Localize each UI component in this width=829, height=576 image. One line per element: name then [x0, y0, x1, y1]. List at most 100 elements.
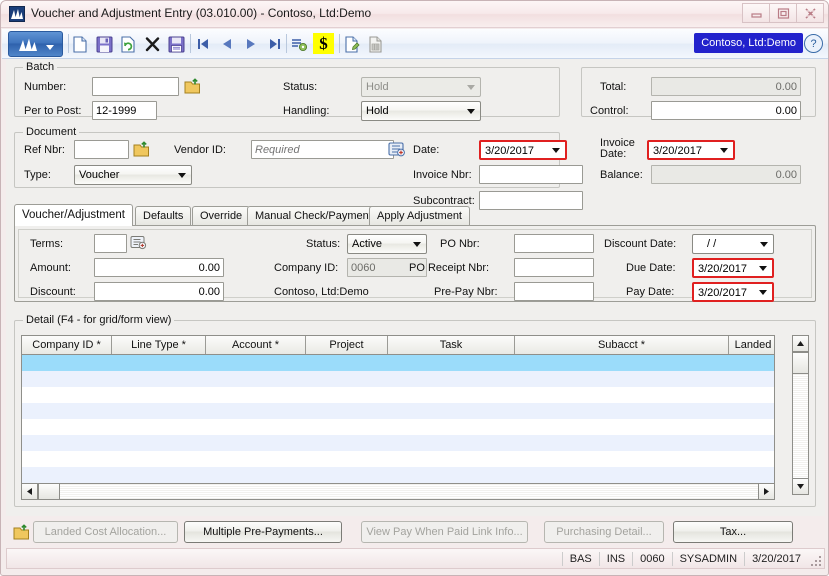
- document-group-title: Document: [23, 126, 80, 138]
- date-label: Date:: [413, 144, 440, 156]
- detail-grid-body[interactable]: [22, 355, 774, 494]
- table-row[interactable]: [22, 403, 774, 419]
- table-row[interactable]: [22, 467, 774, 483]
- grid-column-header[interactable]: Landed C: [729, 336, 774, 354]
- batch-handling-combo[interactable]: Hold: [361, 101, 481, 121]
- discount-input[interactable]: [94, 282, 224, 301]
- tab-manual-check-payment[interactable]: Manual Check/Payment: [247, 206, 380, 225]
- chevron-down-icon: [720, 148, 728, 153]
- currency-icon[interactable]: $: [313, 33, 334, 54]
- multiple-pre-payments-button[interactable]: Multiple Pre-Payments...: [184, 521, 342, 543]
- terms-label: Terms:: [30, 238, 63, 250]
- scroll-up-icon[interactable]: [792, 335, 809, 352]
- table-row[interactable]: [22, 451, 774, 467]
- control-input[interactable]: [651, 101, 801, 120]
- invoice-nbr-input[interactable]: [479, 165, 583, 184]
- table-row[interactable]: [22, 355, 774, 371]
- po-nbr-input[interactable]: [514, 234, 594, 253]
- batch-handling-label: Handling:: [283, 105, 330, 117]
- grid-column-header[interactable]: Company ID *: [22, 336, 112, 354]
- pay-date-combo[interactable]: 3/20/2017: [692, 282, 774, 302]
- vendor-id-input[interactable]: [251, 140, 394, 159]
- invoice-date-combo[interactable]: 3/20/2017: [647, 140, 735, 160]
- voucher-status-combo[interactable]: Active: [347, 234, 427, 254]
- previous-record-icon[interactable]: [217, 34, 237, 54]
- chevron-down-icon: [552, 148, 560, 153]
- table-row[interactable]: [22, 435, 774, 451]
- po-receipt-nbr-input[interactable]: [514, 258, 594, 277]
- next-record-icon[interactable]: [241, 34, 261, 54]
- landed-cost-icon: [12, 523, 30, 541]
- company-badge[interactable]: Contoso, Ltd:Demo: [694, 33, 803, 53]
- detail-grid-vertical-scrollbar[interactable]: [792, 335, 809, 495]
- help-icon[interactable]: ?: [804, 34, 823, 53]
- terms-input[interactable]: [94, 234, 127, 253]
- pay-date-label: Pay Date:: [626, 286, 675, 298]
- chevron-down-icon: [759, 266, 767, 271]
- grid-column-header[interactable]: Subacct *: [515, 336, 729, 354]
- save-icon[interactable]: [94, 34, 114, 54]
- due-date-value: 3/20/2017: [698, 263, 747, 275]
- purchasing-detail-button[interactable]: Purchasing Detail...: [544, 521, 664, 543]
- tab-voucher-adjustment[interactable]: Voucher/Adjustment: [14, 204, 133, 226]
- horizontal-scroll-thumb[interactable]: [38, 483, 60, 500]
- toolbar-separator: [286, 34, 287, 53]
- terms-lookup-icon[interactable]: [130, 234, 148, 252]
- company-name-text: Contoso, Ltd:Demo: [274, 286, 369, 298]
- detail-group: Detail (F4 - for grid/form view) Company…: [14, 314, 816, 507]
- landed-cost-allocation-button[interactable]: Landed Cost Allocation...: [33, 521, 178, 543]
- first-record-icon[interactable]: [193, 34, 213, 54]
- date-combo[interactable]: 3/20/2017: [479, 140, 567, 160]
- minimize-button[interactable]: [742, 3, 770, 23]
- tab-apply-adjustment[interactable]: Apply Adjustment: [369, 206, 470, 225]
- maximize-button[interactable]: [769, 3, 797, 23]
- view-pay-when-paid-link-info-button[interactable]: View Pay When Paid Link Info...: [361, 521, 528, 543]
- detail-grid-horizontal-scrollbar[interactable]: [21, 483, 775, 500]
- new-icon[interactable]: [70, 34, 90, 54]
- discount-date-combo[interactable]: / /: [692, 234, 774, 254]
- table-row[interactable]: [22, 387, 774, 403]
- table-row[interactable]: [22, 371, 774, 387]
- title-bar: Voucher and Adjustment Entry (03.010.00)…: [1, 1, 828, 28]
- grid-column-header[interactable]: Project: [306, 336, 388, 354]
- notes-icon[interactable]: [342, 34, 362, 54]
- scroll-down-icon[interactable]: [792, 478, 809, 495]
- per-to-post-input[interactable]: [92, 101, 157, 120]
- save-and-close-icon[interactable]: [166, 34, 186, 54]
- last-record-icon[interactable]: [265, 34, 285, 54]
- process-icon[interactable]: [289, 34, 309, 54]
- scroll-left-icon[interactable]: [21, 483, 38, 500]
- delete-icon[interactable]: [142, 34, 162, 54]
- batch-number-lookup-icon[interactable]: [183, 77, 201, 95]
- refresh-icon[interactable]: [118, 34, 138, 54]
- main-menu-button[interactable]: [8, 31, 63, 57]
- export-excel-icon[interactable]: [366, 34, 386, 54]
- grid-column-header[interactable]: Account *: [206, 336, 306, 354]
- pay-date-value: 3/20/2017: [698, 287, 747, 299]
- doc-type-combo[interactable]: Voucher: [74, 165, 192, 185]
- amount-input[interactable]: [94, 258, 224, 277]
- pre-pay-nbr-input[interactable]: [514, 282, 594, 301]
- window-controls: [742, 3, 824, 23]
- batch-status-combo[interactable]: Hold: [361, 77, 481, 97]
- company-id-label: Company ID:: [274, 262, 339, 274]
- vertical-scroll-thumb[interactable]: [792, 352, 809, 374]
- detail-grid[interactable]: Company ID * Line Type * Account * Project T…: [21, 335, 775, 495]
- tax-button[interactable]: Tax...: [673, 521, 793, 543]
- toolbar-separator: [339, 34, 340, 53]
- grid-column-header[interactable]: Task: [388, 336, 515, 354]
- ref-nbr-lookup-icon[interactable]: [132, 140, 150, 158]
- due-date-combo[interactable]: 3/20/2017: [692, 258, 774, 278]
- resize-grip-icon[interactable]: [809, 554, 821, 566]
- scroll-right-icon[interactable]: [758, 483, 775, 500]
- vendor-id-lookup-icon[interactable]: [388, 140, 406, 158]
- ref-nbr-input[interactable]: [74, 140, 129, 159]
- grid-column-header[interactable]: Line Type *: [112, 336, 206, 354]
- tab-override[interactable]: Override: [192, 206, 251, 225]
- table-row[interactable]: [22, 419, 774, 435]
- batch-number-input[interactable]: [92, 77, 179, 96]
- chevron-down-icon: [178, 173, 186, 178]
- status-cell-date: 3/20/2017: [744, 551, 808, 566]
- close-button[interactable]: [796, 3, 824, 23]
- tab-defaults[interactable]: Defaults: [135, 206, 192, 225]
